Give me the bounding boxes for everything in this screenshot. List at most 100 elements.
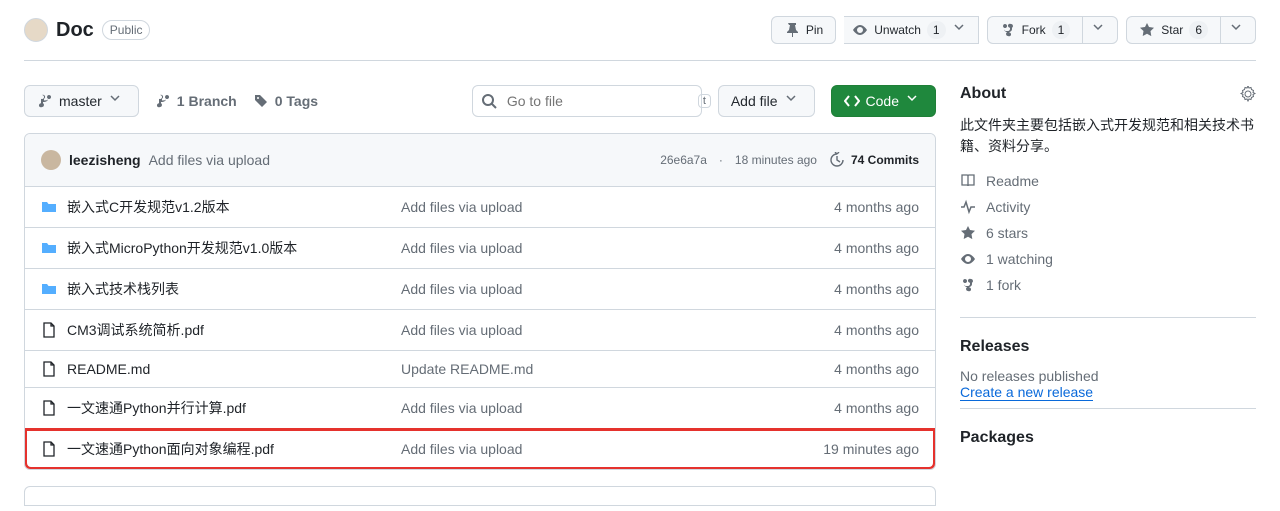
activity-link[interactable]: Activity xyxy=(960,199,1256,215)
pin-icon xyxy=(784,22,800,38)
file-name-link[interactable]: 嵌入式MicroPython开发规范v1.0版本 xyxy=(67,238,297,258)
gear-icon[interactable] xyxy=(1240,86,1256,102)
releases-none: No releases published xyxy=(960,368,1256,384)
folder-icon xyxy=(41,240,57,256)
repo-header: Doc Public Pin Unwatch 1 Fork 1 xyxy=(24,0,1256,61)
code-button[interactable]: Code xyxy=(831,85,936,117)
branch-name: master xyxy=(59,93,102,109)
repo-name[interactable]: Doc xyxy=(56,19,94,42)
unwatch-label: Unwatch xyxy=(874,23,921,37)
releases-heading: Releases xyxy=(960,338,1256,356)
commit-message[interactable]: Add files via upload xyxy=(149,152,270,168)
star-count: 6 xyxy=(1189,21,1208,39)
fork-count: 1 xyxy=(1052,21,1071,39)
file-commit-msg[interactable]: Add files via upload xyxy=(401,240,522,256)
fork-button[interactable]: Fork 1 xyxy=(987,16,1084,44)
file-commit-msg[interactable]: Add files via upload xyxy=(401,281,522,297)
commit-author[interactable]: leezisheng xyxy=(69,152,141,168)
branch-icon xyxy=(155,93,171,109)
file-name-link[interactable]: CM3调试系统简析.pdf xyxy=(67,320,204,340)
forks-link[interactable]: 1 fork xyxy=(960,277,1256,293)
file-time: 4 months ago xyxy=(769,361,919,377)
unwatch-button[interactable]: Unwatch 1 xyxy=(844,16,978,44)
branch-select-button[interactable]: master xyxy=(24,85,139,117)
file-time: 4 months ago xyxy=(769,322,919,338)
branches-count: 1 Branch xyxy=(177,93,237,109)
branches-link[interactable]: 1 Branch xyxy=(155,93,237,109)
star-label: Star xyxy=(1161,23,1183,37)
add-file-label: Add file xyxy=(731,93,778,109)
sidebar: About 此文件夹主要包括嵌入式开发规范和相关技术书籍、资料分享。 Readm… xyxy=(960,85,1256,506)
commit-author-avatar[interactable] xyxy=(41,150,61,170)
watching-link[interactable]: 1 watching xyxy=(960,251,1256,267)
eye-icon xyxy=(852,22,868,38)
fork-label: Fork xyxy=(1022,23,1046,37)
about-heading: About xyxy=(960,85,1256,103)
add-file-button[interactable]: Add file xyxy=(718,85,815,117)
tag-icon xyxy=(253,93,269,109)
file-commit-msg[interactable]: Update README.md xyxy=(401,361,533,377)
file-name-link[interactable]: 一文速通Python面向对象编程.pdf xyxy=(67,439,274,459)
folder-icon xyxy=(41,199,57,215)
file-icon xyxy=(41,400,57,416)
stars-link[interactable]: 6 stars xyxy=(960,225,1256,241)
tags-count: 0 Tags xyxy=(275,93,318,109)
chevron-down-icon xyxy=(954,22,970,38)
fork-more-button[interactable] xyxy=(1083,16,1118,44)
file-time: 4 months ago xyxy=(769,400,919,416)
star-more-button[interactable] xyxy=(1221,16,1256,44)
watch-count: 1 xyxy=(927,21,946,39)
pin-button[interactable]: Pin xyxy=(771,16,836,44)
file-commit-msg[interactable]: Add files via upload xyxy=(401,400,522,416)
file-row: 嵌入式MicroPython开发规范v1.0版本 Add files via up… xyxy=(25,228,935,269)
chevron-down-icon xyxy=(110,93,126,109)
file-row: 嵌入式技术栈列表 Add files via upload 4 months ago xyxy=(25,269,935,310)
file-commit-msg[interactable]: Add files via upload xyxy=(401,441,522,457)
fork-icon xyxy=(1000,22,1016,38)
file-time: 4 months ago xyxy=(769,281,919,297)
file-time: 4 months ago xyxy=(769,199,919,215)
file-listing: leezisheng Add files via upload 26e6a7a … xyxy=(24,133,936,470)
file-commit-msg[interactable]: Add files via upload xyxy=(401,322,522,338)
file-name-link[interactable]: 嵌入式技术栈列表 xyxy=(67,279,179,299)
search-icon xyxy=(481,93,497,109)
visibility-badge: Public xyxy=(102,20,151,40)
fork-icon xyxy=(960,277,976,293)
file-icon xyxy=(41,322,57,338)
file-time: 4 months ago xyxy=(769,240,919,256)
readme-link[interactable]: Readme xyxy=(960,173,1256,189)
history-icon xyxy=(829,152,845,168)
create-release-link[interactable]: Create a new release xyxy=(960,384,1093,401)
chevron-down-icon xyxy=(1093,22,1109,38)
chevron-down-icon xyxy=(786,93,802,109)
file-name-link[interactable]: README.md xyxy=(67,361,150,377)
readme-box-top xyxy=(24,486,936,506)
commit-time: 18 minutes ago xyxy=(735,153,817,167)
owner-avatar[interactable] xyxy=(24,18,48,42)
folder-icon xyxy=(41,281,57,297)
chevron-down-icon xyxy=(1231,22,1247,38)
file-name-link[interactable]: 一文速通Python并行计算.pdf xyxy=(67,398,246,418)
file-name-link[interactable]: 嵌入式C开发规范v1.2版本 xyxy=(67,197,230,217)
star-icon xyxy=(1139,22,1155,38)
file-search-input[interactable] xyxy=(505,92,690,110)
tags-link[interactable]: 0 Tags xyxy=(253,93,318,109)
file-commit-msg[interactable]: Add files via upload xyxy=(401,199,522,215)
code-label: Code xyxy=(866,93,899,109)
file-icon xyxy=(41,441,57,457)
star-button[interactable]: Star 6 xyxy=(1126,16,1221,44)
pulse-icon xyxy=(960,199,976,215)
star-icon xyxy=(960,225,976,241)
file-search[interactable]: t xyxy=(472,85,702,117)
file-row: CM3调试系统简析.pdf Add files via upload 4 month… xyxy=(25,310,935,351)
file-row: README.md Update README.md 4 months ago xyxy=(25,351,935,388)
commits-link[interactable]: 74 Commits xyxy=(829,152,919,168)
file-row: 一文速通Python并行计算.pdf Add files via upload 4 … xyxy=(25,388,935,429)
commit-hash[interactable]: 26e6a7a xyxy=(660,153,707,167)
packages-heading: Packages xyxy=(960,429,1256,447)
commits-count: 74 Commits xyxy=(851,153,919,167)
book-icon xyxy=(960,173,976,189)
pin-label: Pin xyxy=(806,23,823,37)
file-toolbar: master 1 Branch 0 Tags t Add file xyxy=(24,85,936,117)
search-kbd: t xyxy=(698,94,711,108)
